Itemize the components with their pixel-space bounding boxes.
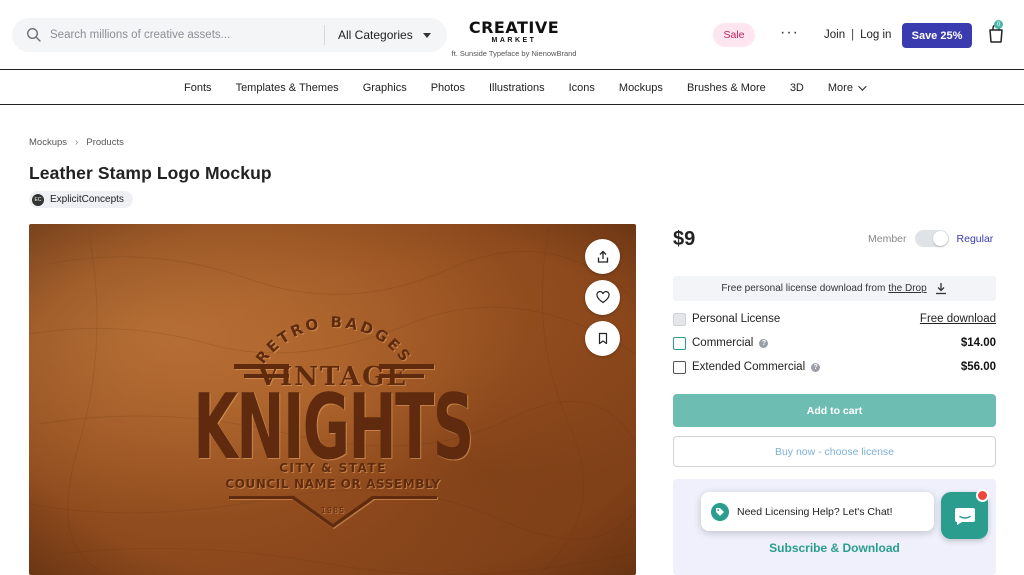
breadcrumb-mockups[interactable]: Mockups bbox=[29, 137, 67, 148]
extended-license-checkbox[interactable] bbox=[673, 360, 686, 374]
nav-item-illustrations[interactable]: Illustrations bbox=[489, 82, 545, 94]
logo-credit: ft. Sunside Typeface by NienowBrand bbox=[451, 49, 577, 58]
share-button[interactable] bbox=[585, 239, 620, 274]
license-price: $56.00 bbox=[960, 361, 996, 373]
login-link[interactable]: Log in bbox=[860, 29, 891, 41]
chat-icon bbox=[954, 507, 975, 525]
license-option-extended[interactable]: Extended Commercial ? $56.00 bbox=[673, 358, 996, 376]
creative-market-logo[interactable]: CREATIVE MARKET ft. Sunside Typeface by … bbox=[447, 18, 581, 59]
join-link[interactable]: Join bbox=[824, 29, 845, 41]
subscribe-download-link[interactable]: Subscribe & Download bbox=[673, 541, 996, 555]
nav-item-more-label: More bbox=[827, 81, 853, 94]
pricing-toggle-switch[interactable] bbox=[914, 230, 949, 247]
author-name: ExplicitConcepts bbox=[50, 194, 124, 205]
search-divider bbox=[324, 25, 325, 45]
search-bar: All Categories bbox=[12, 18, 447, 52]
top-header: All Categories CREATIVE MARKET ft. Sunsi… bbox=[0, 0, 1024, 70]
free-license-banner: Free personal license download from the … bbox=[673, 276, 996, 301]
heart-icon bbox=[595, 291, 610, 304]
favorite-button[interactable] bbox=[585, 280, 620, 315]
logo-sub-text: MARKET bbox=[491, 37, 537, 44]
tag-icon bbox=[711, 502, 729, 521]
member-pricing-label[interactable]: Member bbox=[868, 233, 907, 245]
nav-item-graphics[interactable]: Graphics bbox=[363, 82, 407, 94]
nav-item-brushes[interactable]: Brushes & More bbox=[687, 82, 766, 94]
chevron-down-icon bbox=[858, 81, 867, 91]
chat-prompt-text: Need Licensing Help? Let's Chat! bbox=[737, 505, 893, 518]
chevron-right-icon: › bbox=[75, 137, 79, 148]
product-preview-image[interactable]: RETRO BADGES VINTAGE KNIGHTS CITY & STAT… bbox=[29, 224, 636, 575]
breadcrumb: Mockups › Products bbox=[29, 137, 124, 148]
license-option-left: Personal License bbox=[673, 312, 781, 326]
personal-license-checkbox[interactable] bbox=[673, 312, 686, 326]
save-25-button[interactable]: Save 25% bbox=[902, 23, 972, 48]
auth-links: Join | Log in bbox=[824, 29, 891, 41]
caret-down-icon bbox=[422, 32, 431, 38]
author-chip[interactable]: EC ExplicitConcepts bbox=[29, 191, 133, 208]
regular-pricing-label[interactable]: Regular bbox=[957, 233, 994, 245]
license-name: Personal License bbox=[692, 313, 781, 325]
nav-item-fonts[interactable]: Fonts bbox=[184, 82, 212, 94]
commercial-license-checkbox[interactable] bbox=[673, 336, 686, 350]
breadcrumb-products[interactable]: Products bbox=[86, 137, 124, 148]
product-price: $9 bbox=[673, 228, 696, 250]
download-icon[interactable] bbox=[934, 282, 948, 295]
more-options-icon[interactable]: ··· bbox=[780, 25, 799, 41]
stamp-line-year: 1985 bbox=[321, 506, 345, 515]
license-name: Extended Commercial bbox=[692, 361, 806, 373]
info-icon[interactable]: ? bbox=[811, 362, 821, 372]
cart-count-badge: 0 bbox=[994, 20, 1003, 29]
chat-prompt-bubble[interactable]: Need Licensing Help? Let's Chat! bbox=[701, 492, 934, 531]
bookmark-button[interactable] bbox=[585, 321, 620, 356]
buy-now-button[interactable]: Buy now - choose license bbox=[673, 436, 996, 467]
search-icon[interactable] bbox=[26, 27, 42, 43]
logo-main-text: CREATIVE bbox=[468, 18, 560, 37]
nav-item-icons[interactable]: Icons bbox=[569, 82, 595, 94]
search-input[interactable] bbox=[50, 18, 320, 52]
avatar: EC bbox=[32, 193, 44, 206]
nav-item-mockups[interactable]: Mockups bbox=[619, 82, 663, 94]
nav-item-3d[interactable]: 3D bbox=[790, 82, 804, 94]
category-select-label: All Categories bbox=[338, 28, 413, 42]
add-to-cart-button[interactable]: Add to cart bbox=[673, 394, 996, 427]
stamp-logo: RETRO BADGES VINTAGE KNIGHTS CITY & STAT… bbox=[193, 313, 474, 528]
leather-stamp-artwork: RETRO BADGES VINTAGE KNIGHTS CITY & STAT… bbox=[29, 228, 636, 575]
nav-item-more[interactable]: More bbox=[827, 81, 867, 94]
nav-item-templates-themes[interactable]: Templates & Themes bbox=[236, 82, 339, 94]
category-nav: Fonts Templates & Themes Graphics Photos… bbox=[0, 71, 1024, 105]
stamp-line-retro: RETRO BADGES bbox=[252, 313, 416, 367]
free-banner-text: Free personal license download from bbox=[721, 283, 886, 294]
chat-notification-dot bbox=[976, 489, 989, 502]
license-option-personal[interactable]: Personal License Free download bbox=[673, 310, 996, 328]
license-name: Commercial bbox=[692, 337, 754, 349]
pricing-toggle: Member Regular bbox=[868, 230, 993, 247]
stamp-line-council: COUNCIL NAME OR ASSEMBLY bbox=[225, 477, 440, 491]
page-title: Leather Stamp Logo Mockup bbox=[29, 163, 272, 183]
license-option-left: Extended Commercial ? bbox=[673, 360, 821, 374]
auth-separator: | bbox=[851, 29, 855, 41]
toggle-knob bbox=[932, 231, 948, 246]
nav-item-photos[interactable]: Photos bbox=[431, 82, 465, 94]
share-icon bbox=[597, 250, 608, 263]
sale-button[interactable]: Sale bbox=[713, 23, 755, 47]
license-option-commercial[interactable]: Commercial ? $14.00 bbox=[673, 334, 996, 352]
category-select[interactable]: All Categories bbox=[338, 18, 431, 52]
bookmark-icon bbox=[598, 332, 607, 345]
info-icon[interactable]: ? bbox=[759, 338, 769, 348]
stamp-line-city: CITY & STATE bbox=[279, 461, 387, 475]
the-drop-link[interactable]: the Drop bbox=[888, 283, 926, 294]
free-download-link[interactable]: Free download bbox=[920, 313, 996, 325]
license-option-left: Commercial ? bbox=[673, 336, 769, 350]
license-price: $14.00 bbox=[960, 337, 996, 349]
